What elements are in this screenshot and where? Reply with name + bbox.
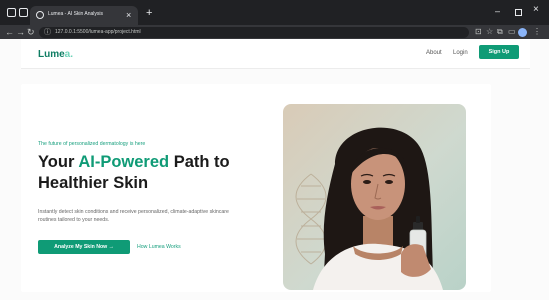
analyze-skin-button[interactable]: Analyze My Skin Now → — [38, 240, 130, 254]
dna-helix-icon — [295, 173, 327, 265]
minimize-button[interactable]: – — [495, 6, 500, 16]
headline-prefix: Your — [38, 153, 79, 171]
menu-more-icon[interactable]: ⋮ — [533, 27, 541, 37]
globe-icon — [36, 11, 44, 19]
url-text[interactable]: 127.0.0.1:5500/lumea-app/project.html — [55, 29, 141, 36]
cast-icon[interactable]: ⊡ — [475, 27, 482, 37]
headline-highlight: AI-Powered — [78, 153, 170, 171]
workspaces-icon[interactable] — [19, 8, 28, 17]
forward-arrow-icon[interactable]: → — [16, 25, 25, 39]
logo[interactable]: Lumea. — [38, 49, 73, 60]
downloads-icon[interactable]: ▭ — [508, 27, 516, 37]
bookmark-star-icon[interactable]: ☆ — [486, 27, 493, 37]
window-menu-icon[interactable] — [7, 8, 16, 17]
headline-middle: Path to — [169, 153, 230, 171]
headline-line2: Healthier Skin — [38, 174, 149, 192]
close-window-button[interactable]: × — [533, 4, 539, 15]
address-bar[interactable]: ⓘ 127.0.0.1:5500/lumea-app/project.html — [39, 27, 469, 38]
tab-close-icon[interactable]: × — [126, 8, 131, 22]
site-info-icon[interactable]: ⓘ — [44, 28, 51, 37]
hero-headline: Your AI-Powered Path to Healthier Skin — [38, 152, 268, 194]
nav-about-link[interactable]: About — [426, 50, 442, 56]
woman-with-serum-illustration — [295, 127, 443, 290]
profile-avatar[interactable] — [518, 28, 527, 37]
browser-tab-active[interactable]: Lumea - AI Skin Analysis × — [30, 6, 138, 25]
browser-tab-bar: Lumea - AI Skin Analysis × + – × — [0, 0, 549, 25]
maximize-button[interactable] — [515, 9, 522, 16]
hero-tagline: The future of personalized dermatology i… — [38, 141, 146, 147]
extensions-icon[interactable]: ⧉ — [497, 27, 503, 37]
reload-icon[interactable]: ↻ — [27, 25, 35, 39]
new-tab-button[interactable]: + — [146, 6, 152, 20]
nav-login-link[interactable]: Login — [453, 50, 468, 56]
how-it-works-link[interactable]: How Lumea Works — [137, 244, 181, 250]
browser-toolbar: ← → ↻ ⓘ 127.0.0.1:5500/lumea-app/project… — [0, 25, 549, 39]
logo-main: Lume — [38, 49, 65, 60]
tab-title: Lumea - AI Skin Analysis — [48, 11, 104, 17]
hero-image — [283, 104, 466, 290]
back-arrow-icon[interactable]: ← — [5, 25, 14, 39]
logo-accent: a. — [64, 49, 74, 60]
hero-description: Instantly detect skin conditions and rec… — [38, 209, 229, 223]
sign-up-button[interactable]: Sign Up — [479, 45, 519, 59]
